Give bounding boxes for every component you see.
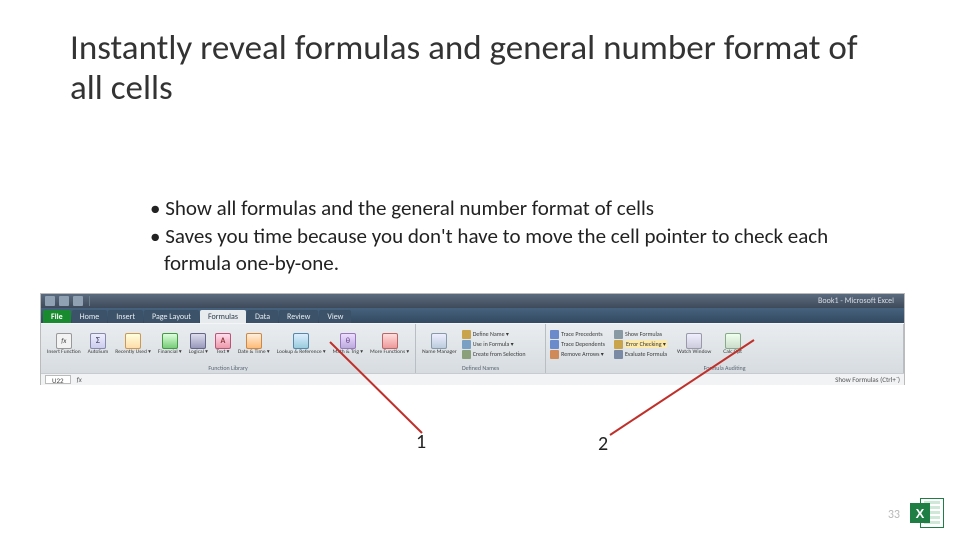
save-icon[interactable] <box>45 296 55 306</box>
selection-icon <box>462 350 471 359</box>
group-label: Formula Auditing <box>546 364 903 373</box>
watch-window-button[interactable]: Watch Window <box>675 332 713 357</box>
more-functions-button[interactable]: More Functions ▾ <box>368 332 411 357</box>
fx-small-icon <box>462 340 471 349</box>
warning-icon <box>614 340 623 349</box>
define-name-button[interactable]: Define Name ▾ <box>462 330 526 339</box>
arrow-in-icon <box>550 330 559 339</box>
tab-file[interactable]: File <box>43 310 71 323</box>
ribbon-body: fxInsert Function ΣAutoSum Recently Used… <box>41 323 904 373</box>
logical-button[interactable]: Logical ▾ <box>187 332 210 357</box>
group-function-library: fxInsert Function ΣAutoSum Recently Used… <box>41 324 416 373</box>
insert-function-button[interactable]: fxInsert Function <box>45 332 83 357</box>
calculation-options-button[interactable]: Calc Opt <box>721 332 744 357</box>
tab-data[interactable]: Data <box>247 310 278 323</box>
evaluate-formula-button[interactable]: Evaluate Formula <box>614 350 667 359</box>
evaluate-icon <box>614 350 623 359</box>
math-trig-button[interactable]: θMath & Trig ▾ <box>331 332 365 357</box>
name-manager-icon <box>431 333 447 349</box>
date-time-button[interactable]: Date & Time ▾ <box>236 332 272 357</box>
trace-precedents-button[interactable]: Trace Precedents <box>550 330 605 339</box>
text-icon: A <box>215 333 231 349</box>
group-label: Function Library <box>41 364 415 373</box>
undo-icon[interactable] <box>59 296 69 306</box>
show-formulas-button[interactable]: Show Formulas <box>614 330 667 339</box>
recently-used-button[interactable]: Recently Used ▾ <box>113 332 153 357</box>
bullet-list: Show all formulas and the general number… <box>150 195 850 278</box>
lookup-icon <box>293 333 309 349</box>
text-button[interactable]: AText ▾ <box>213 332 233 357</box>
sigma-icon: Σ <box>90 333 106 349</box>
clock-icon <box>246 333 262 349</box>
formula-bar: U22 fx Show Formulas (Ctrl+`) <box>41 373 904 385</box>
financial-icon <box>162 333 178 349</box>
remove-arrows-button[interactable]: Remove Arrows ▾ <box>550 350 605 359</box>
calculator-icon <box>725 333 741 349</box>
tab-review[interactable]: Review <box>279 310 318 323</box>
slide: Instantly reveal formulas and general nu… <box>0 0 960 540</box>
arrow-out-icon <box>550 340 559 349</box>
name-manager-button[interactable]: Name Manager <box>420 332 459 357</box>
tab-page-layout[interactable]: Page Layout <box>144 310 199 323</box>
slide-title: Instantly reveal formulas and general nu… <box>70 28 890 109</box>
financial-button[interactable]: Financial ▾ <box>156 332 184 357</box>
bullet-item: Saves you time because you don't have to… <box>150 223 850 276</box>
tooltip-text: Show Formulas (Ctrl+`) <box>835 375 900 384</box>
watch-window-icon <box>686 333 702 349</box>
tab-view[interactable]: View <box>319 310 351 323</box>
tab-home[interactable]: Home <box>72 310 108 323</box>
excel-logo-icon: X <box>910 496 946 530</box>
more-icon <box>382 333 398 349</box>
group-label: Defined Names <box>416 364 545 373</box>
autosum-button[interactable]: ΣAutoSum <box>86 332 111 357</box>
group-formula-auditing: Trace Precedents Trace Dependents Remove… <box>546 324 904 373</box>
ribbon-tabs: File Home Insert Page Layout Formulas Da… <box>41 308 904 323</box>
fx-icon: fx <box>56 333 72 349</box>
logical-icon <box>190 333 206 349</box>
show-formulas-icon <box>614 330 623 339</box>
redo-icon[interactable] <box>73 296 83 306</box>
slide-number: 33 <box>888 508 900 522</box>
callout-2: 2 <box>598 432 608 456</box>
bullet-item: Show all formulas and the general number… <box>150 195 850 221</box>
star-icon <box>125 333 141 349</box>
remove-arrows-icon <box>550 350 559 359</box>
group-defined-names: Name Manager Define Name ▾ Use in Formul… <box>416 324 546 373</box>
tag-icon <box>462 330 471 339</box>
name-box[interactable]: U22 <box>45 375 71 384</box>
fx-icon[interactable]: fx <box>77 375 82 384</box>
create-from-selection-button[interactable]: Create from Selection <box>462 350 526 359</box>
tab-insert[interactable]: Insert <box>108 310 143 323</box>
error-checking-button[interactable]: Error Checking ▾ <box>614 340 667 349</box>
excel-ribbon-screenshot: Book1 - Microsoft Excel File Home Insert… <box>40 293 905 385</box>
separator <box>89 296 90 306</box>
theta-icon: θ <box>340 333 356 349</box>
trace-dependents-button[interactable]: Trace Dependents <box>550 340 605 349</box>
callout-1: 1 <box>416 430 426 454</box>
tab-formulas[interactable]: Formulas <box>200 310 246 323</box>
lookup-reference-button[interactable]: Lookup & Reference ▾ <box>275 332 328 357</box>
use-in-formula-button[interactable]: Use in Formula ▾ <box>462 340 526 349</box>
quick-access-toolbar: Book1 - Microsoft Excel <box>41 294 904 308</box>
window-title: Book1 - Microsoft Excel <box>818 296 900 306</box>
